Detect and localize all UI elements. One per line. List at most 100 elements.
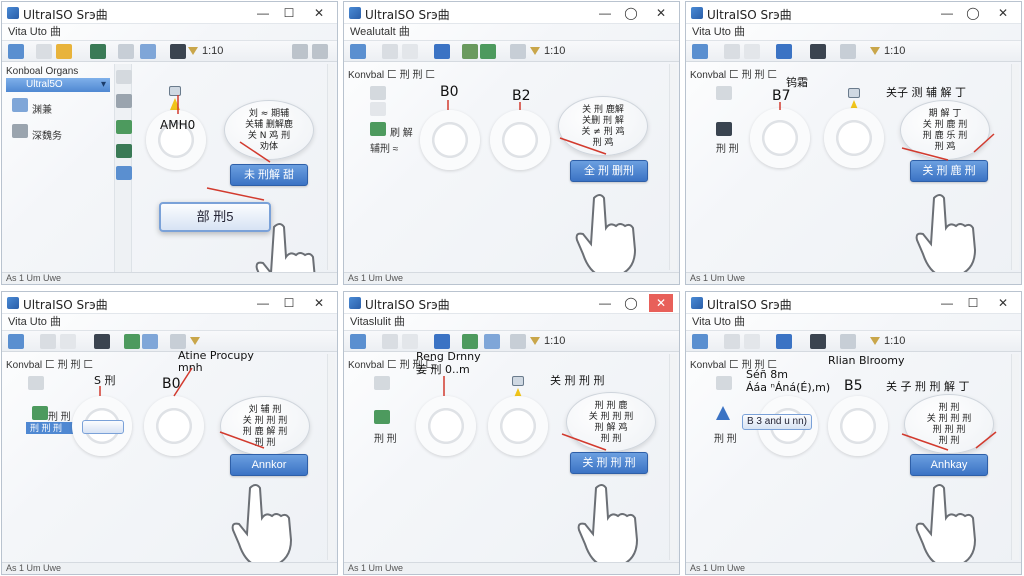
action-button[interactable]: 关 刑 刑 刑 [570, 452, 648, 474]
image-icon[interactable] [434, 334, 450, 349]
minimize-button[interactable]: — [593, 294, 617, 312]
disk-icon[interactable] [94, 334, 110, 349]
copy-icon[interactable] [402, 44, 418, 59]
list-icon[interactable] [116, 70, 132, 84]
drive-dropdown[interactable]: Ultral5O ▾ [6, 78, 110, 92]
action-button[interactable]: 未 刑解 甜 [230, 164, 308, 186]
tree-item-1[interactable]: 刑 刑 [374, 430, 397, 445]
folder-icon[interactable] [840, 44, 856, 59]
document-icon[interactable] [724, 44, 740, 59]
tree-item-2[interactable]: 深魏务 [32, 127, 62, 142]
maximize-button[interactable]: ☐ [277, 294, 301, 312]
scrollbar[interactable] [1011, 64, 1019, 270]
maximize-button[interactable]: ◯ [961, 4, 985, 22]
close-button[interactable]: ✕ [649, 294, 673, 312]
scrollbar[interactable] [327, 354, 335, 560]
minimize-button[interactable]: — [935, 4, 959, 22]
extract-icon[interactable] [116, 144, 132, 158]
image-icon[interactable] [776, 334, 792, 349]
filter-icon[interactable] [530, 337, 540, 345]
burn-icon[interactable] [90, 44, 106, 59]
edit-icon[interactable] [462, 334, 478, 349]
menu-bar[interactable]: Vita Uto 曲 [2, 314, 337, 330]
copy-icon[interactable] [744, 334, 760, 349]
menu-bar[interactable]: Vitaslulit 曲 [344, 314, 679, 330]
close-button[interactable]: ✕ [991, 294, 1015, 312]
menu-bar[interactable]: Vita Uto 曲 [2, 24, 337, 40]
action-button[interactable]: 关 刑 鹿 刑 [910, 160, 988, 182]
edit-icon[interactable] [462, 44, 478, 59]
edit-icon[interactable] [118, 44, 134, 59]
open-icon[interactable] [350, 334, 366, 349]
disk-icon[interactable] [810, 334, 826, 349]
filter-icon[interactable] [188, 47, 198, 55]
close-button[interactable]: ✕ [307, 294, 331, 312]
close-button[interactable]: ✕ [307, 4, 331, 22]
scrollbar[interactable] [1011, 354, 1019, 560]
settings-icon[interactable] [312, 44, 328, 59]
add-icon[interactable] [116, 120, 132, 134]
copy-icon[interactable] [744, 44, 760, 59]
check-icon[interactable] [116, 166, 132, 180]
document-icon[interactable] [36, 44, 52, 59]
image-icon[interactable] [776, 44, 792, 59]
send-icon[interactable] [142, 334, 158, 349]
menu-bar[interactable]: Vita Uto 曲 [686, 24, 1021, 40]
minimize-button[interactable]: — [251, 4, 275, 22]
copy-icon[interactable] [60, 334, 76, 349]
filter-icon[interactable] [870, 47, 880, 55]
folder-icon[interactable] [170, 334, 186, 349]
maximize-button[interactable]: ◯ [619, 4, 643, 22]
maximize-button[interactable]: ☐ [277, 4, 301, 22]
action-button[interactable]: Anhkay [910, 454, 988, 476]
image-icon[interactable] [434, 44, 450, 59]
brush-icon[interactable] [124, 334, 140, 349]
scrollbar[interactable] [669, 354, 677, 560]
tree-item-1[interactable]: 刑 刑 [716, 140, 739, 155]
folder-icon[interactable] [840, 334, 856, 349]
filter-icon[interactable] [870, 337, 880, 345]
document-icon[interactable] [382, 44, 398, 59]
menu-bar[interactable]: Vita Uto 曲 [686, 314, 1021, 330]
field-box[interactable] [82, 420, 124, 434]
grid-icon[interactable] [116, 94, 132, 108]
folder-icon[interactable] [56, 44, 72, 59]
filter-icon[interactable] [530, 47, 540, 55]
menu-bar[interactable]: Wealutalt 曲 [344, 24, 679, 40]
maximize-button[interactable]: ◯ [619, 294, 643, 312]
open-icon[interactable] [692, 44, 708, 59]
tree-item-selected[interactable]: 刑 刑 刑 [26, 422, 74, 434]
send-icon[interactable] [484, 334, 500, 349]
tree-item-1[interactable]: 渊兼 [32, 101, 52, 116]
action-button[interactable]: 全 刑 删刑 [570, 160, 648, 182]
send-icon[interactable] [140, 44, 156, 59]
scrollbar[interactable] [669, 64, 677, 270]
scrollbar[interactable] [327, 64, 335, 270]
tree-item-2[interactable]: 辅刑 ≈ [370, 140, 398, 155]
open-icon[interactable] [8, 44, 24, 59]
disk-icon[interactable] [810, 44, 826, 59]
action-button[interactable]: Annkor [230, 454, 308, 476]
document-icon[interactable] [40, 334, 56, 349]
close-button[interactable]: ✕ [991, 4, 1015, 22]
properties-icon[interactable] [292, 44, 308, 59]
filter-icon[interactable] [190, 337, 200, 345]
minimize-button[interactable]: — [593, 4, 617, 22]
document-icon[interactable] [724, 334, 740, 349]
folder-icon[interactable] [510, 44, 526, 59]
copy-icon[interactable] [402, 334, 418, 349]
close-button[interactable]: ✕ [649, 4, 673, 22]
tree-item-1[interactable]: 刑 刑 [48, 408, 71, 423]
tree-item-1[interactable]: 刑 刑 [714, 430, 737, 445]
open-icon[interactable] [350, 44, 366, 59]
maximize-button[interactable]: ☐ [961, 294, 985, 312]
disk-icon[interactable] [170, 44, 186, 59]
minimize-button[interactable]: — [251, 294, 275, 312]
minimize-button[interactable]: — [935, 294, 959, 312]
input-field[interactable]: B 3 and u nn) [742, 414, 812, 430]
open-icon[interactable] [692, 334, 708, 349]
folder-icon[interactable] [510, 334, 526, 349]
tree-item-1[interactable]: 刷 解 [390, 124, 413, 139]
open-icon[interactable] [8, 334, 24, 349]
document-icon[interactable] [382, 334, 398, 349]
